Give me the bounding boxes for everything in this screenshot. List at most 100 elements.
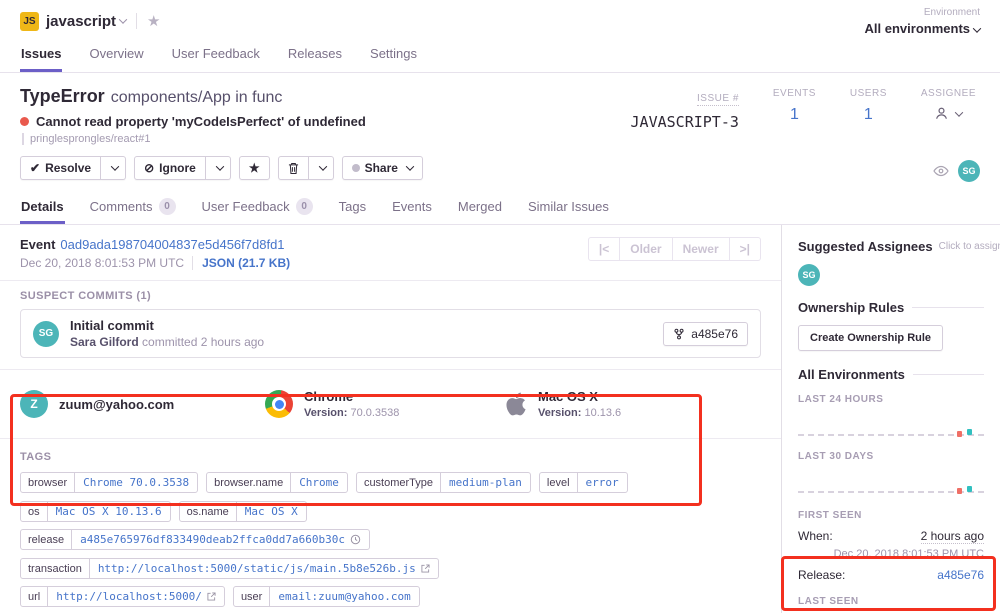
tag-value-text: http://localhost:5000/static/js/main.5b8… (98, 562, 416, 575)
tab-settings[interactable]: Settings (369, 40, 418, 72)
tag-key: user (234, 587, 269, 606)
when-label: When: (798, 529, 833, 543)
tag-value-link[interactable]: medium-plan (440, 473, 530, 492)
user-email: zuum@yahoo.com (59, 397, 174, 412)
assignee-dropdown[interactable] (921, 106, 976, 121)
tab-user-feedback[interactable]: User Feedback (171, 40, 261, 72)
tab-user-feedback-detail[interactable]: User Feedback0 (201, 190, 314, 224)
tab-details[interactable]: Details (20, 190, 65, 224)
eye-icon[interactable] (933, 165, 949, 177)
tab-events[interactable]: Events (391, 190, 433, 224)
older-event-button[interactable]: Older (620, 237, 672, 261)
environment-value[interactable]: All environments (865, 21, 980, 36)
tag-value-link[interactable]: email:zuum@yahoo.com (269, 587, 418, 606)
sparkline-error-bar (957, 488, 962, 494)
participant-avatar[interactable]: SG (958, 160, 980, 182)
oldest-event-button[interactable]: |< (588, 237, 620, 261)
event-section: Event0ad9ada198704004837e5d456f7d8fd1 De… (0, 225, 781, 281)
commit-sha-button[interactable]: a485e76 (663, 322, 748, 346)
chevron-down-icon (973, 24, 981, 32)
tag-value-link[interactable]: Chrome (290, 473, 347, 492)
os-name: Mac OS X (538, 389, 621, 404)
tag-row: urlhttp://localhost:5000/ useremail:zuum… (20, 586, 761, 607)
tag-value-link[interactable]: Chrome 70.0.3538 (74, 473, 197, 492)
skip-last-icon: >| (740, 242, 750, 256)
star-button[interactable]: ★ (239, 156, 270, 180)
first-seen-release-link[interactable]: a485e76 (937, 568, 984, 582)
event-id-link[interactable]: 0ad9ada198704004837e5d456f7d8fd1 (60, 237, 284, 252)
tag-value-link[interactable]: Mac OS X 10.13.6 (47, 502, 170, 521)
commit-card: SG Initial commit Sara Gilford committed… (20, 309, 761, 358)
tag-user: useremail:zuum@yahoo.com (233, 586, 420, 607)
chevron-down-icon[interactable] (119, 15, 127, 23)
tag-value-link[interactable]: a485e765976df833490deab2ffca0dd7a660b30c (71, 530, 369, 549)
environment-selector[interactable]: Environment All environments (865, 7, 980, 36)
users-label: USERS (850, 88, 887, 99)
event-json-link[interactable]: JSON (21.7 KB) (192, 256, 290, 270)
commit-sha: a485e76 (691, 327, 738, 341)
tag-browser-name: browser.nameChrome (206, 472, 348, 493)
suspect-commits-heading: SUSPECT COMMITS (1) (20, 290, 761, 302)
project-name[interactable]: javascript (46, 13, 116, 30)
tag-key: release (21, 530, 71, 549)
commit-title: Initial commit (70, 318, 264, 333)
delete-dropdown-button[interactable] (309, 156, 334, 180)
resolve-button-group: ✔ Resolve (20, 156, 126, 180)
tab-tags[interactable]: Tags (338, 190, 367, 224)
tab-issues[interactable]: Issues (20, 40, 62, 72)
tab-overview[interactable]: Overview (88, 40, 144, 72)
tag-value-link[interactable]: http://localhost:5000/static/js/main.5b8… (89, 559, 438, 578)
chevron-down-icon (318, 162, 326, 170)
tag-key: customerType (357, 473, 440, 492)
tab-merged[interactable]: Merged (457, 190, 503, 224)
delete-button-group (278, 156, 334, 180)
first-seen-relative: 2 hours ago (921, 529, 984, 544)
tag-value-text: http://localhost:5000/ (56, 590, 202, 603)
commit-meta: committed 2 hours ago (142, 335, 264, 349)
tag-value-link[interactable]: http://localhost:5000/ (47, 587, 224, 606)
last-seen-heading: LAST SEEN (798, 596, 984, 607)
tag-row: browserChrome 70.0.3538 browser.nameChro… (20, 472, 761, 522)
issue-header: TypeErrorcomponents/App in func Cannot r… (0, 73, 1000, 190)
tab-user-feedback-label: User Feedback (202, 199, 290, 214)
resolve-label: Resolve (45, 161, 91, 175)
ownership-rules-heading: Ownership Rules (798, 300, 904, 315)
divider (912, 307, 984, 308)
browser-version-label: Version: (304, 407, 347, 419)
ignore-label: Ignore (159, 161, 196, 175)
ignore-button-group: ⊘Ignore (134, 156, 231, 180)
chevron-down-icon (216, 162, 224, 170)
person-icon (934, 106, 949, 121)
users-count-link[interactable]: 1 (850, 106, 887, 124)
issue-annotation-link[interactable]: pringlesprongles/react#1 (22, 133, 631, 145)
ignore-button[interactable]: ⊘Ignore (134, 156, 206, 180)
external-link-icon (421, 564, 430, 573)
suggested-assignee-avatar[interactable]: SG (798, 264, 820, 286)
issue-detail-tabs: Details Comments0 User Feedback0 Tags Ev… (0, 190, 1000, 225)
context-browser: Chrome Version: 70.0.3538 (265, 389, 505, 419)
bookmark-star-icon[interactable]: ★ (147, 12, 160, 30)
tag-url: urlhttp://localhost:5000/ (20, 586, 225, 607)
tab-similar-issues[interactable]: Similar Issues (527, 190, 610, 224)
tab-comments[interactable]: Comments0 (89, 190, 177, 224)
resolve-button[interactable]: ✔ Resolve (20, 156, 101, 180)
latest-event-button[interactable]: >| (730, 237, 761, 261)
create-ownership-rule-button[interactable]: Create Ownership Rule (798, 325, 943, 351)
delete-button[interactable] (278, 156, 309, 180)
tag-value-link[interactable]: error (577, 473, 627, 492)
tag-value-link[interactable]: Mac OS X (236, 502, 306, 521)
newer-event-button[interactable]: Newer (673, 237, 730, 261)
events-count-link[interactable]: 1 (773, 106, 816, 124)
tag-level: levelerror (539, 472, 628, 493)
event-date: Dec 20, 2018 8:01:53 PM UTC (20, 256, 184, 270)
commit-author: Sara Gilford (70, 335, 139, 349)
chevron-down-icon (955, 108, 963, 116)
ignore-dropdown-button[interactable] (206, 156, 231, 180)
tag-key: level (540, 473, 577, 492)
resolve-dropdown-button[interactable] (101, 156, 126, 180)
tag-os: osMac OS X 10.13.6 (20, 501, 171, 522)
check-icon: ✔ (30, 161, 40, 175)
share-button[interactable]: Share (342, 156, 423, 180)
clock-icon (350, 534, 361, 545)
tab-releases[interactable]: Releases (287, 40, 343, 72)
